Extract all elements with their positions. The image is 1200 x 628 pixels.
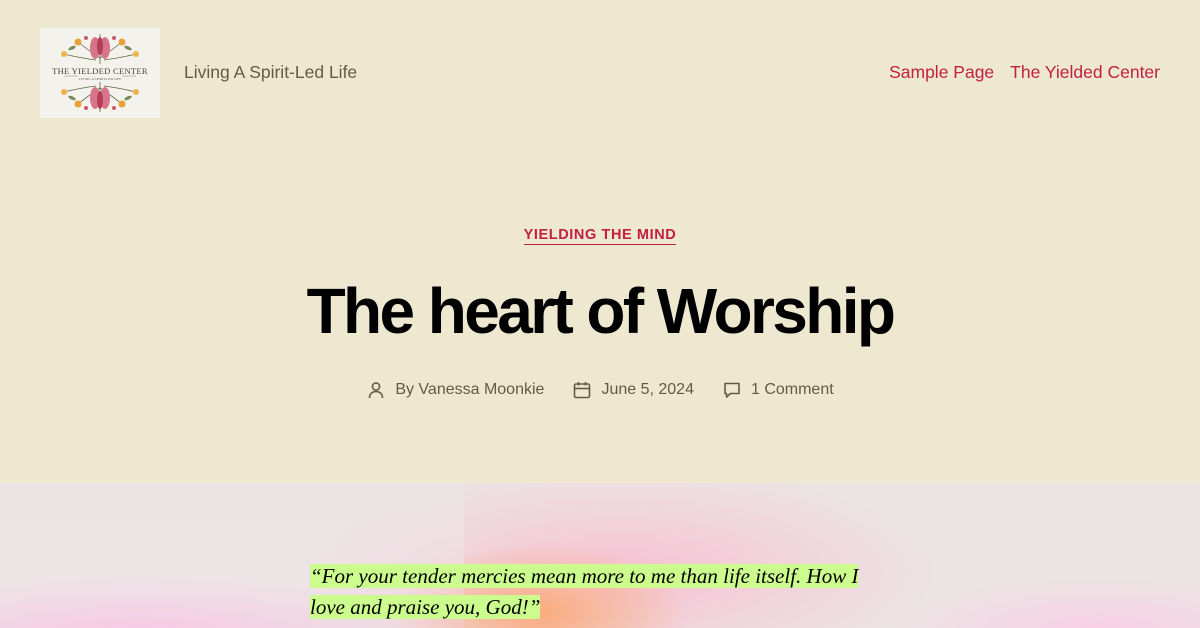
site-tagline: Living A Spirit-Led Life <box>184 62 358 82</box>
post-title: The heart of Worship <box>306 275 896 347</box>
site-header: THE YIELDED CENTER LIVING A SPIRIT-LED L… <box>0 0 1200 150</box>
calendar-icon <box>574 382 591 399</box>
post-comments: 1 Comment <box>722 380 834 400</box>
post-quote: “For your tender mercies mean more to me… <box>310 561 890 623</box>
logo-subtitle: LIVING A SPIRIT-LED LIFE <box>78 76 122 81</box>
comments-link[interactable]: 1 Comment <box>751 381 834 399</box>
author-link[interactable]: By Vanessa Moonkie <box>395 381 544 399</box>
date-link[interactable]: June 5, 2024 <box>601 381 694 399</box>
person-icon <box>369 382 384 399</box>
post-meta: By Vanessa Moonkie June 5, 2024 1 Commen… <box>0 380 1200 400</box>
category-link[interactable]: YIELDING THE MIND <box>523 227 677 245</box>
post-category: YIELDING THE MIND <box>0 226 1200 245</box>
nav-item-yielded-center[interactable]: The Yielded Center <box>1010 62 1160 83</box>
post-author: By Vanessa Moonkie <box>366 380 544 400</box>
post-date: June 5, 2024 <box>572 380 694 400</box>
nav-item-sample-page[interactable]: Sample Page <box>889 62 994 83</box>
site-logo[interactable]: THE YIELDED CENTER LIVING A SPIRIT-LED L… <box>40 28 160 118</box>
comment-bubble-icon <box>724 382 740 398</box>
primary-nav: Sample Page The Yielded Center <box>889 62 1160 83</box>
quote-text: “For your tender mercies mean more to me… <box>310 564 859 619</box>
logo-title: THE YIELDED CENTER <box>52 65 148 76</box>
